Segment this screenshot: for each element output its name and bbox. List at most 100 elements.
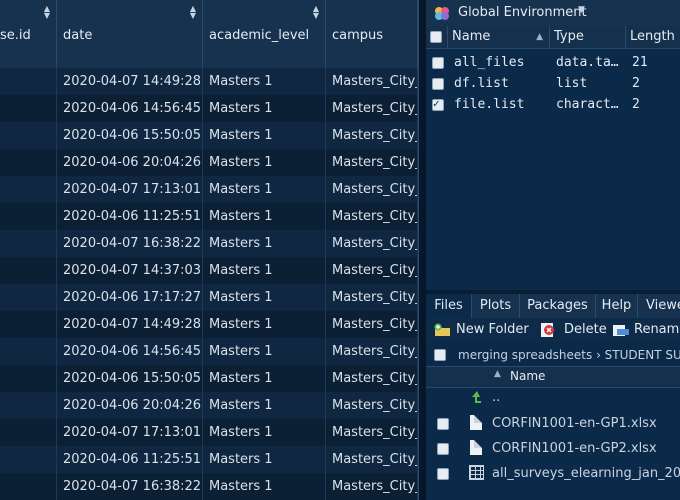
column-header-type[interactable]: Type: [550, 26, 626, 48]
select-all-checkbox[interactable]: [430, 31, 442, 43]
table-cell: 2020-04-06 11:25:51: [57, 203, 203, 230]
table-row: 2020-04-07 14:37:03 Masters 1 Masters_City…: [0, 257, 418, 284]
row-checkbox[interactable]: [432, 78, 444, 90]
column-header-campus[interactable]: campus: [326, 0, 418, 68]
table-cell: 2020-04-06 14:56:45: [57, 95, 203, 122]
column-header-name[interactable]: Name: [510, 369, 545, 383]
sort-icon[interactable]: ▲ ▼: [313, 5, 319, 20]
table-cell: Masters_City_C: [326, 122, 418, 149]
table-cell: Masters 1: [203, 473, 326, 500]
table-row: 2020-04-07 17:13:01 Masters 1 Masters_City…: [0, 176, 418, 203]
column-header-date[interactable]: date ▲ ▼: [57, 0, 203, 68]
sort-icon[interactable]: ▲ ▼: [44, 5, 50, 20]
file-row[interactable]: CORFIN1001-en-GP1.xlsx: [426, 412, 680, 436]
r-environment-icon: [435, 7, 449, 20]
sort-up-icon: ▲: [536, 32, 543, 42]
data-viewer: se.id ▲ ▼ date ▲ ▼ academic_level ▲ ▼ campu…: [0, 0, 418, 500]
table-cell: [0, 203, 57, 230]
table-cell: [0, 257, 57, 284]
table-cell: 2020-04-07 14:49:28: [57, 311, 203, 338]
table-cell: Masters 1: [203, 230, 326, 257]
breadcrumb-path[interactable]: merging spreadsheets › STUDENT SU: [458, 348, 680, 362]
environment-row[interactable]: df.list list 2: [426, 73, 680, 95]
table-row: 2020-04-06 15:50:05 Masters 1 Masters_City…: [0, 365, 418, 392]
table-row: 2020-04-07 16:38:22 Masters 1 Masters_City…: [0, 473, 418, 500]
table-row: 2020-04-06 20:04:26 Masters 1 Masters_City…: [0, 392, 418, 419]
table-cell: [0, 284, 57, 311]
tab-help[interactable]: Help: [596, 294, 638, 318]
table-cell: 2020-04-07 17:13:01: [57, 176, 203, 203]
table-cell: Masters 1: [203, 365, 326, 392]
environment-selector[interactable]: Global Environment ▼: [426, 0, 680, 26]
environment-length: 2: [632, 97, 640, 112]
spreadsheet-icon: [469, 465, 484, 480]
table-row: 2020-04-07 16:38:22 Masters 1 Masters_City…: [0, 230, 418, 257]
table-cell: [0, 365, 57, 392]
table-cell: [0, 446, 57, 473]
table-cell: [0, 392, 57, 419]
table-cell: [0, 149, 57, 176]
table-cell: Masters_City_C: [326, 284, 418, 311]
table-row: 2020-04-06 14:56:45 Masters 1 Masters_City…: [0, 95, 418, 122]
row-checkbox[interactable]: [437, 468, 449, 480]
file-name-link[interactable]: CORFIN1001-en-GP2.xlsx: [492, 441, 680, 456]
parent-directory-row[interactable]: ..: [426, 388, 680, 412]
chevron-down-icon: ▼: [578, 5, 585, 15]
file-row[interactable]: CORFIN1001-en-GP2.xlsx: [426, 437, 680, 461]
row-checkbox[interactable]: [437, 418, 449, 430]
table-cell: 2020-04-07 14:49:28: [57, 68, 203, 95]
table-cell: [0, 122, 57, 149]
new-folder-icon: [434, 323, 450, 336]
table-cell: Masters_City_C: [326, 149, 418, 176]
column-header-name[interactable]: Name ▲: [448, 26, 550, 48]
environment-row[interactable]: file.list charact… 2: [426, 94, 680, 116]
table-row: 2020-04-06 15:50:05 Masters 1 Masters_City…: [0, 122, 418, 149]
column-header-length[interactable]: Length: [626, 26, 680, 48]
column-header-label: academic_level: [209, 28, 310, 43]
table-cell: Masters 1: [203, 176, 326, 203]
table-cell: [0, 338, 57, 365]
column-header-academic-level[interactable]: academic_level ▲ ▼: [203, 0, 326, 68]
environment-table-header: Name ▲ Type Length: [426, 26, 680, 49]
table-cell: [0, 419, 57, 446]
file-row[interactable]: all_surveys_elearning_jan_20: [426, 462, 680, 486]
environment-pane: Global Environment ▼ Name ▲ Type Length …: [426, 0, 680, 290]
table-cell: Masters_City_C: [326, 446, 418, 473]
row-checkbox[interactable]: [437, 443, 449, 455]
environment-name: file.list: [454, 97, 525, 112]
table-cell: Masters 1: [203, 311, 326, 338]
row-checkbox[interactable]: [432, 57, 444, 69]
table-cell: Masters_City_C: [326, 338, 418, 365]
parent-directory-label: ..: [492, 390, 501, 405]
file-name-link[interactable]: all_surveys_elearning_jan_20: [492, 466, 680, 481]
file-name-link[interactable]: CORFIN1001-en-GP1.xlsx: [492, 416, 680, 431]
environment-name: df.list: [454, 76, 509, 91]
sort-icon[interactable]: ▲ ▼: [190, 5, 196, 20]
table-cell: Masters_City_C: [326, 419, 418, 446]
row-checkbox[interactable]: [432, 99, 444, 111]
table-cell: 2020-04-07 16:38:22: [57, 473, 203, 500]
tab-packages[interactable]: Packages: [520, 294, 596, 318]
select-all-checkbox[interactable]: [434, 349, 446, 361]
environment-type: data.ta…: [556, 55, 619, 70]
column-header-label: Type: [554, 29, 584, 44]
environment-row[interactable]: all_files data.ta… 21: [426, 52, 680, 74]
environment-length: 2: [632, 76, 640, 91]
tab-plots[interactable]: Plots: [472, 294, 520, 318]
table-cell: Masters_City_C: [326, 95, 418, 122]
breadcrumb: merging spreadsheets › STUDENT SU: [426, 344, 680, 366]
table-cell: Masters_City_C: [326, 392, 418, 419]
table-cell: [0, 68, 57, 95]
table-row: 2020-04-07 17:13:01 Masters 1 Masters_City…: [0, 419, 418, 446]
table-cell: Masters 1: [203, 338, 326, 365]
delete-label: Delete: [564, 322, 607, 337]
files-pane: Files Plots Packages Help Viewer New Fol…: [426, 294, 680, 500]
sort-up-icon: ▲: [494, 369, 501, 379]
tab-viewer[interactable]: Viewer: [638, 294, 680, 318]
table-cell: Masters 1: [203, 392, 326, 419]
tab-files[interactable]: Files: [426, 294, 472, 318]
column-header-label: campus: [332, 28, 384, 43]
table-cell: 2020-04-06 20:04:26: [57, 149, 203, 176]
column-header-se-id[interactable]: se.id ▲ ▼: [0, 0, 57, 68]
table-row: 2020-04-06 11:25:51 Masters 1 Masters_City…: [0, 446, 418, 473]
